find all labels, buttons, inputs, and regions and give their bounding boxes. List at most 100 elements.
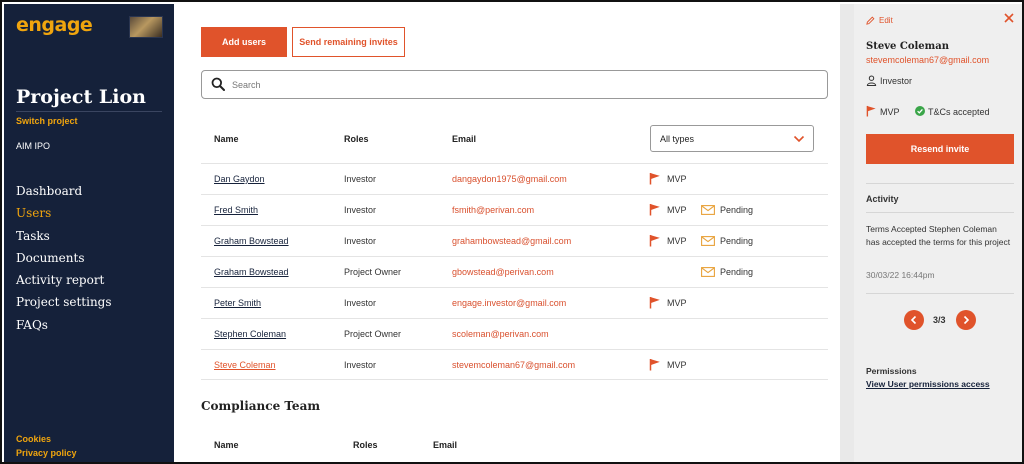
envelope-icon <box>701 205 715 215</box>
subproject-label[interactable]: AIM IPO <box>16 141 50 151</box>
flag-icon <box>649 359 660 371</box>
pending-status: Pending <box>720 205 754 215</box>
table-row[interactable]: Fred Smith Investor fsmith@perivan.com MVP P… <box>201 194 828 225</box>
envelope-icon <box>701 267 715 277</box>
sidebar-item-users[interactable]: Users <box>16 202 112 224</box>
panel-user-name: Steve Coleman <box>866 41 949 52</box>
compliance-header-roles[interactable]: Roles <box>353 440 378 450</box>
user-role: Investor <box>344 205 377 215</box>
flag-icon <box>649 173 660 185</box>
flag-icon <box>649 235 660 247</box>
search-icon <box>211 77 225 91</box>
user-email[interactable]: engage.investor@gmail.com <box>452 298 566 308</box>
user-role: Investor <box>344 174 377 184</box>
table-row[interactable]: Stephen Coleman Project Owner scoleman@per… <box>201 318 828 349</box>
envelope-icon <box>701 236 715 246</box>
cookies-link[interactable]: Cookies <box>16 434 51 444</box>
panel-divider <box>866 293 1014 294</box>
close-icon[interactable] <box>1003 12 1015 24</box>
table-row[interactable]: Steve Coleman Investor stevemcoleman67@gma… <box>201 349 828 380</box>
user-name-link[interactable]: Graham Bowstead <box>214 236 289 246</box>
type-filter-select[interactable]: All types <box>650 125 814 152</box>
mvp-label: MVP <box>667 298 687 308</box>
mvp-label: MVP <box>667 174 687 184</box>
previous-page-button[interactable] <box>904 310 924 330</box>
panel-mvp-label: MVP <box>880 107 900 117</box>
user-email[interactable]: dangaydon1975@gmail.com <box>452 174 567 184</box>
mvp-label: MVP <box>667 205 687 215</box>
edit-button[interactable]: Edit <box>866 16 893 25</box>
engage-logo[interactable]: engage <box>16 14 93 36</box>
divider <box>16 111 162 112</box>
panel-divider <box>866 212 1014 213</box>
view-permissions-link[interactable]: View User permissions access <box>866 379 990 389</box>
pencil-icon <box>866 16 875 25</box>
project-avatar[interactable] <box>129 16 163 38</box>
sidebar-item-project-settings[interactable]: Project settings <box>16 291 112 313</box>
mvp-label: MVP <box>667 360 687 370</box>
table-row[interactable]: Graham Bowstead Investor grahambowstead@gm… <box>201 225 828 256</box>
app-frame: engage Project Lion Switch project AIM I… <box>0 0 1024 464</box>
user-name-link[interactable]: Peter Smith <box>214 298 261 308</box>
table-row[interactable]: Peter Smith Investor engage.investor@gmail… <box>201 287 828 318</box>
sidebar-item-tasks[interactable]: Tasks <box>16 225 112 247</box>
table-row[interactable]: Dan Gaydon Investor dangaydon1975@gmail.co… <box>201 163 828 194</box>
main-content: Add users Send remaining invites Name Ro… <box>174 4 840 462</box>
flag-icon <box>866 105 876 117</box>
chevron-right-icon <box>963 315 970 325</box>
next-page-button[interactable] <box>956 310 976 330</box>
sidebar-item-dashboard[interactable]: Dashboard <box>16 180 112 202</box>
person-icon <box>866 75 877 86</box>
edit-label: Edit <box>879 16 893 25</box>
compliance-team-heading: Compliance Team <box>201 399 321 413</box>
activity-entry-timestamp: 30/03/22 16:44pm <box>866 270 935 280</box>
pagination-label: 3/3 <box>933 315 946 325</box>
sidebar: engage Project Lion Switch project AIM I… <box>4 4 174 462</box>
sidebar-item-activity-report[interactable]: Activity report <box>16 269 112 291</box>
panel-user-role: Investor <box>880 76 913 86</box>
check-circle-icon <box>915 106 925 116</box>
user-email[interactable]: stevemcoleman67@gmail.com <box>452 360 575 370</box>
user-role: Project Owner <box>344 267 402 277</box>
sidebar-item-documents[interactable]: Documents <box>16 247 112 269</box>
activity-entry-text: Terms Accepted Stephen Coleman has accep… <box>866 224 1011 247</box>
resend-invite-button[interactable]: Resend invite <box>866 134 1014 164</box>
user-name-link[interactable]: Fred Smith <box>214 205 258 215</box>
column-header-roles[interactable]: Roles <box>344 134 369 144</box>
send-remaining-invites-button[interactable]: Send remaining invites <box>292 27 405 57</box>
column-header-name[interactable]: Name <box>214 134 239 144</box>
privacy-policy-link[interactable]: Privacy policy <box>16 448 77 458</box>
switch-project-link[interactable]: Switch project <box>16 116 78 126</box>
column-header-email[interactable]: Email <box>452 134 476 144</box>
type-filter-value: All types <box>660 134 695 144</box>
pending-status: Pending <box>720 236 754 246</box>
compliance-header-email[interactable]: Email <box>433 440 457 450</box>
flag-icon <box>649 297 660 309</box>
permissions-heading: Permissions <box>866 366 917 376</box>
user-role: Project Owner <box>344 329 402 339</box>
panel-user-email[interactable]: stevemcoleman67@gmail.com <box>866 55 989 65</box>
activity-heading: Activity <box>866 194 899 204</box>
user-name-link[interactable]: Stephen Coleman <box>214 329 286 339</box>
user-detail-panel: Edit Steve Coleman stevemcoleman67@gmail… <box>854 4 1022 462</box>
user-name-link[interactable]: Dan Gaydon <box>214 174 265 184</box>
user-email[interactable]: grahambowstead@gmail.com <box>452 236 571 246</box>
user-role: Investor <box>344 360 377 370</box>
add-users-button[interactable]: Add users <box>201 27 287 57</box>
user-name-link[interactable]: Graham Bowstead <box>214 267 289 277</box>
sidebar-item-faqs[interactable]: FAQs <box>16 314 112 336</box>
user-email[interactable]: scoleman@perivan.com <box>452 329 549 339</box>
user-name-link[interactable]: Steve Coleman <box>214 360 276 370</box>
table-divider <box>201 379 828 380</box>
scroll-gutter <box>840 4 854 462</box>
user-email[interactable]: gbowstead@perivan.com <box>452 267 554 277</box>
search-input[interactable] <box>232 75 812 95</box>
project-title: Project Lion <box>16 86 146 108</box>
user-role: Investor <box>344 236 377 246</box>
search-box <box>201 70 828 99</box>
user-role: Investor <box>344 298 377 308</box>
user-email[interactable]: fsmith@perivan.com <box>452 205 534 215</box>
table-row[interactable]: Graham Bowstead Project Owner gbowstead@pe… <box>201 256 828 287</box>
compliance-header-name[interactable]: Name <box>214 440 239 450</box>
panel-divider <box>866 183 1014 184</box>
